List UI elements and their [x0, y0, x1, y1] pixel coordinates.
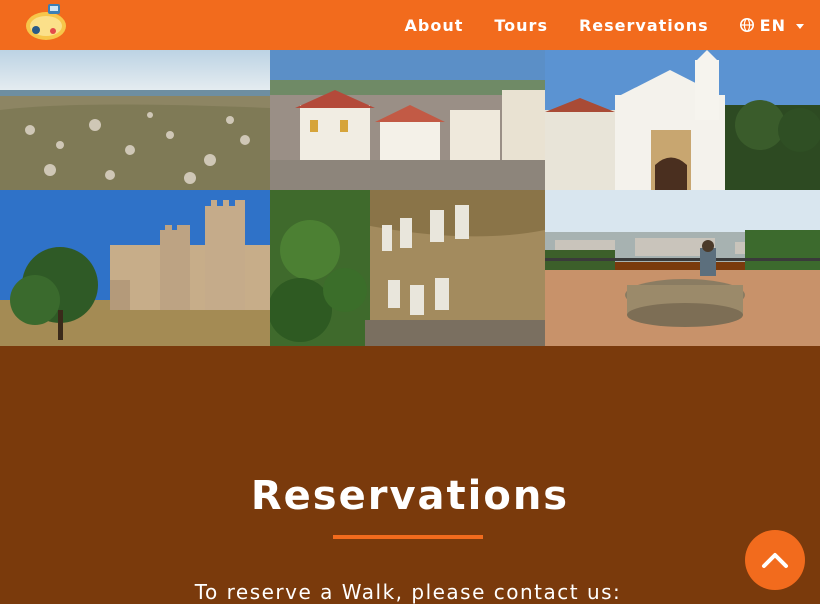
nav-link-about[interactable]: About: [405, 16, 464, 35]
go-walks-logo[interactable]: [22, 0, 70, 44]
city-viewpoint-bench-photo[interactable]: [545, 190, 820, 346]
castle-walls-photo[interactable]: [0, 190, 270, 346]
language-label: EN: [759, 15, 786, 35]
reservations-contact-text: To reserve a Walk, please contact us:: [194, 580, 622, 604]
coastal-rocky-field-photo[interactable]: [0, 50, 270, 190]
caret-down-icon: [796, 23, 804, 29]
nav-links: About Tours Reservations EN: [374, 0, 804, 50]
white-church-facade-photo[interactable]: [545, 50, 820, 190]
globe-icon: [739, 18, 754, 32]
navbar: About Tours Reservations EN: [0, 0, 820, 50]
language-dropdown[interactable]: EN: [739, 15, 804, 35]
reservations-title: Reservations: [250, 473, 570, 519]
back-to-top-button[interactable]: [745, 530, 805, 590]
photo-gallery: [0, 50, 820, 346]
nav-link-reservations[interactable]: Reservations: [579, 16, 709, 35]
chevron-up-icon: [762, 553, 788, 568]
whitewashed-town-rooftops-photo[interactable]: [270, 50, 545, 190]
reservations-section: Reservations To reserve a Walk, please c…: [0, 346, 820, 604]
stone-wall-plaques-photo[interactable]: [270, 190, 545, 346]
title-divider: [333, 535, 483, 539]
nav-link-tours[interactable]: Tours: [494, 16, 548, 35]
